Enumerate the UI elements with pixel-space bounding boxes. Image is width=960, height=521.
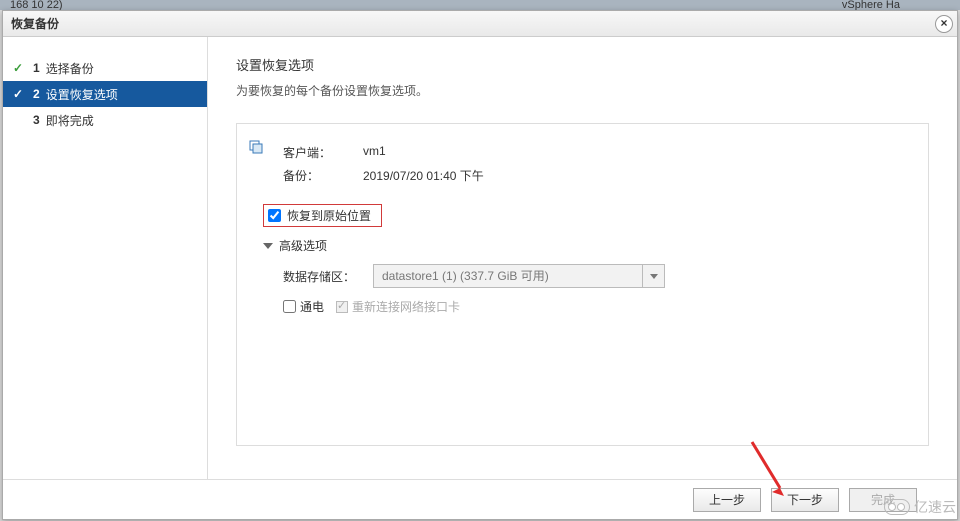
step-number: 2: [33, 87, 40, 101]
checkmark-icon: ✓: [13, 61, 27, 75]
prev-button[interactable]: 上一步: [693, 488, 761, 512]
step-set-restore-options[interactable]: ✓ 2 设置恢复选项: [3, 81, 207, 107]
step-number: 3: [33, 113, 40, 127]
step-number: 1: [33, 61, 40, 75]
close-icon: ×: [940, 16, 947, 30]
backup-value: 2019/07/20 01:40 下午: [363, 167, 484, 184]
restore-backup-dialog: 恢复备份 × ✓ 1 选择备份 ✓ 2 设置恢复选项 ✓ 3 即将完成 设: [2, 10, 958, 520]
bg-right-text: vSphere Ha: [842, 0, 900, 10]
select-arrow-button[interactable]: [643, 264, 665, 288]
dialog-body: ✓ 1 选择备份 ✓ 2 设置恢复选项 ✓ 3 即将完成 设置恢复选项 为要恢复…: [3, 37, 957, 479]
step-label: 选择备份: [46, 60, 94, 77]
backup-row: 备份： 2019/07/20 01:40 下午: [283, 167, 908, 184]
reconnect-nic-label: 重新连接网络接口卡: [352, 298, 460, 315]
restore-original-location-highlight: 恢复到原始位置: [263, 204, 382, 227]
advanced-body: 数据存储区： datastore1 (1) (337.7 GiB 可用) 通电: [283, 264, 908, 315]
step-label: 设置恢复选项: [46, 86, 118, 103]
step-ready-to-complete[interactable]: ✓ 3 即将完成: [3, 107, 207, 133]
backup-info: 客户端： vm1 备份： 2019/07/20 01:40 下午: [283, 144, 908, 184]
backup-label: 备份：: [283, 167, 363, 184]
dialog-footer: 上一步 下一步 完成: [3, 479, 957, 519]
power-on-label: 通电: [300, 298, 324, 315]
page-heading: 设置恢复选项: [236, 55, 929, 74]
restore-original-location-label: 恢复到原始位置: [287, 207, 371, 224]
page-subheading: 为要恢复的每个备份设置恢复选项。: [236, 82, 929, 99]
client-row: 客户端： vm1: [283, 144, 908, 161]
power-on-checkbox[interactable]: [283, 300, 296, 313]
next-button[interactable]: 下一步: [771, 488, 839, 512]
datastore-select-value: datastore1 (1) (337.7 GiB 可用): [373, 264, 643, 288]
chevron-down-icon: [650, 274, 658, 279]
dialog-title: 恢复备份: [11, 17, 59, 31]
chevron-down-icon: [263, 243, 273, 249]
client-value: vm1: [363, 144, 386, 161]
dialog-title-bar: 恢复备份 ×: [3, 11, 957, 37]
power-row: 通电 重新连接网络接口卡: [283, 298, 908, 315]
next-button-label: 下一步: [787, 493, 823, 507]
datastore-select[interactable]: datastore1 (1) (337.7 GiB 可用): [373, 264, 665, 288]
finish-button-label: 完成: [871, 493, 895, 507]
checkmark-icon: ✓: [13, 87, 27, 101]
advanced-section: 高级选项 数据存储区： datastore1 (1) (337.7 GiB 可用…: [263, 237, 908, 315]
step-select-backup[interactable]: ✓ 1 选择备份: [3, 55, 207, 81]
prev-button-label: 上一步: [709, 493, 745, 507]
bg-left-text: 168 10 22): [10, 0, 63, 10]
step-label: 即将完成: [46, 112, 94, 129]
restore-original-location-checkbox[interactable]: [268, 209, 281, 222]
reconnect-nic-checkbox-disabled: [336, 301, 348, 313]
advanced-toggle[interactable]: 高级选项: [263, 237, 908, 254]
reconnect-nic-option: 重新连接网络接口卡: [336, 298, 460, 315]
main-content: 设置恢复选项 为要恢复的每个备份设置恢复选项。 客户端： vm1 备份： 201…: [208, 37, 957, 479]
vm-stack-icon: [249, 140, 263, 154]
datastore-label: 数据存储区：: [283, 268, 373, 285]
wizard-sidebar: ✓ 1 选择备份 ✓ 2 设置恢复选项 ✓ 3 即将完成: [3, 37, 208, 479]
restore-options-panel: 客户端： vm1 备份： 2019/07/20 01:40 下午 恢复到原始位置: [236, 123, 929, 446]
background-window-strip: 168 10 22) vSphere Ha: [0, 0, 960, 10]
finish-button: 完成: [849, 488, 917, 512]
close-button[interactable]: ×: [935, 15, 953, 33]
datastore-row: 数据存储区： datastore1 (1) (337.7 GiB 可用): [283, 264, 908, 288]
advanced-label: 高级选项: [279, 237, 327, 254]
client-label: 客户端：: [283, 144, 363, 161]
